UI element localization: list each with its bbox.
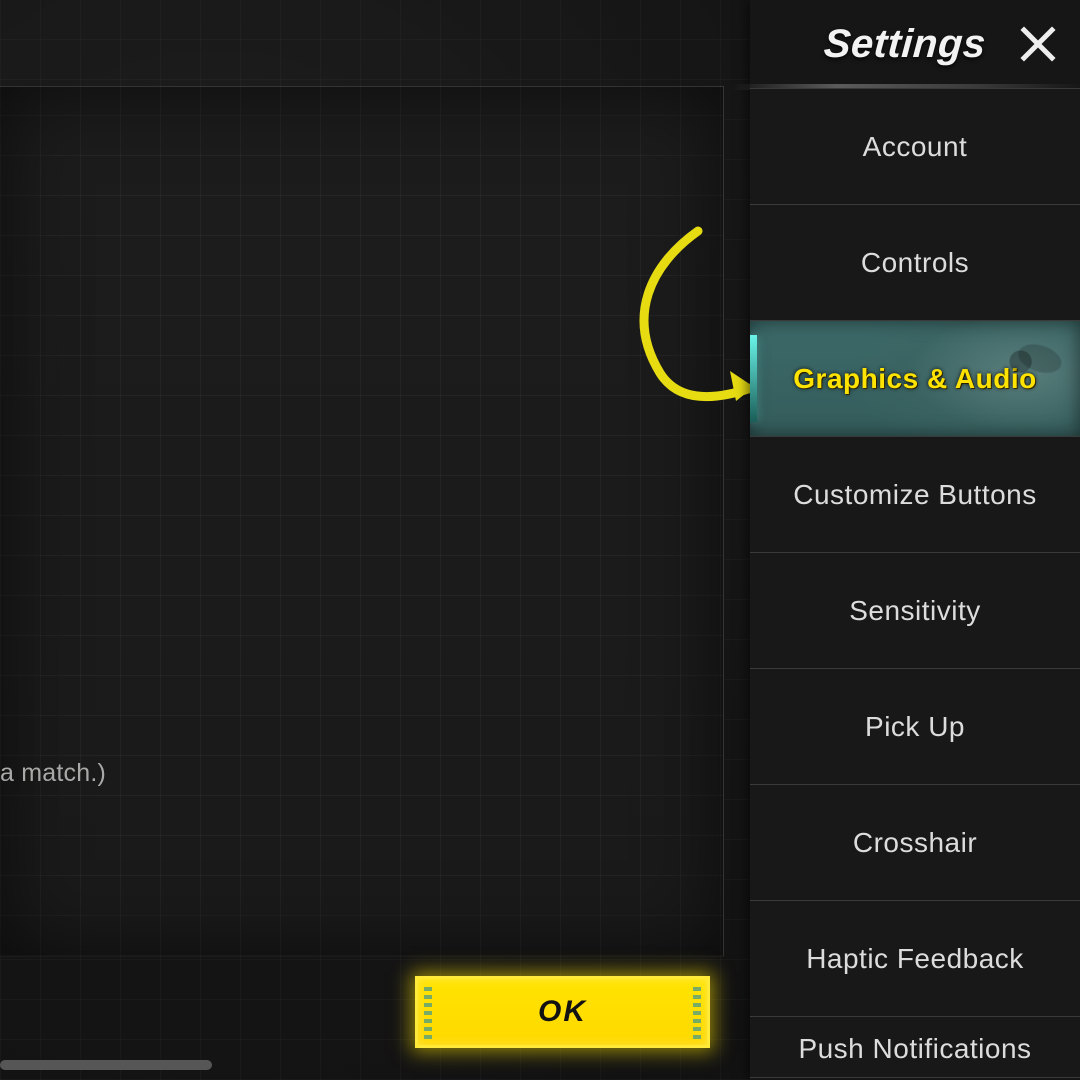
sidebar-item-label: Pick Up	[865, 711, 965, 743]
sidebar-item-sensitivity[interactable]: Sensitivity	[750, 552, 1080, 668]
ok-button[interactable]: OK	[415, 976, 710, 1048]
sidebar-item-label: Graphics & Audio	[793, 363, 1036, 395]
sidebar-item-label: Customize Buttons	[793, 479, 1037, 511]
settings-title: Settings	[823, 22, 988, 67]
sidebar-item-pick-up[interactable]: Pick Up	[750, 668, 1080, 784]
sidebar-item-label: Controls	[861, 247, 969, 279]
sidebar-item-controls[interactable]: Controls	[750, 204, 1080, 320]
settings-sidebar: Settings Account Controls Graphics & Aud…	[750, 0, 1080, 1080]
settings-screen-background: a match.) OK Settings Ac	[0, 0, 1080, 1080]
sidebar-item-haptic-feedback[interactable]: Haptic Feedback	[750, 900, 1080, 1016]
sidebar-item-push-notifications[interactable]: Push Notifications	[750, 1016, 1080, 1078]
close-button[interactable]	[1016, 22, 1060, 66]
settings-header: Settings	[750, 0, 1080, 88]
ok-button-label: OK	[538, 995, 587, 1029]
close-icon	[1016, 53, 1060, 70]
sidebar-item-customize-buttons[interactable]: Customize Buttons	[750, 436, 1080, 552]
sidebar-item-label: Sensitivity	[849, 595, 981, 627]
bottom-scroll-indicator	[0, 1060, 212, 1070]
sidebar-item-label: Crosshair	[853, 827, 977, 859]
sidebar-item-graphics-audio[interactable]: Graphics & Audio	[750, 320, 1080, 436]
hint-text-fragment: a match.)	[0, 759, 106, 788]
sidebar-item-label: Account	[863, 131, 968, 163]
sidebar-item-account[interactable]: Account	[750, 88, 1080, 204]
sidebar-item-label: Haptic Feedback	[806, 943, 1024, 975]
settings-menu: Account Controls Graphics & Audio Custom…	[750, 88, 1080, 1080]
settings-content-panel: a match.)	[0, 86, 724, 956]
sidebar-item-crosshair[interactable]: Crosshair	[750, 784, 1080, 900]
sidebar-item-label: Push Notifications	[798, 1033, 1031, 1065]
